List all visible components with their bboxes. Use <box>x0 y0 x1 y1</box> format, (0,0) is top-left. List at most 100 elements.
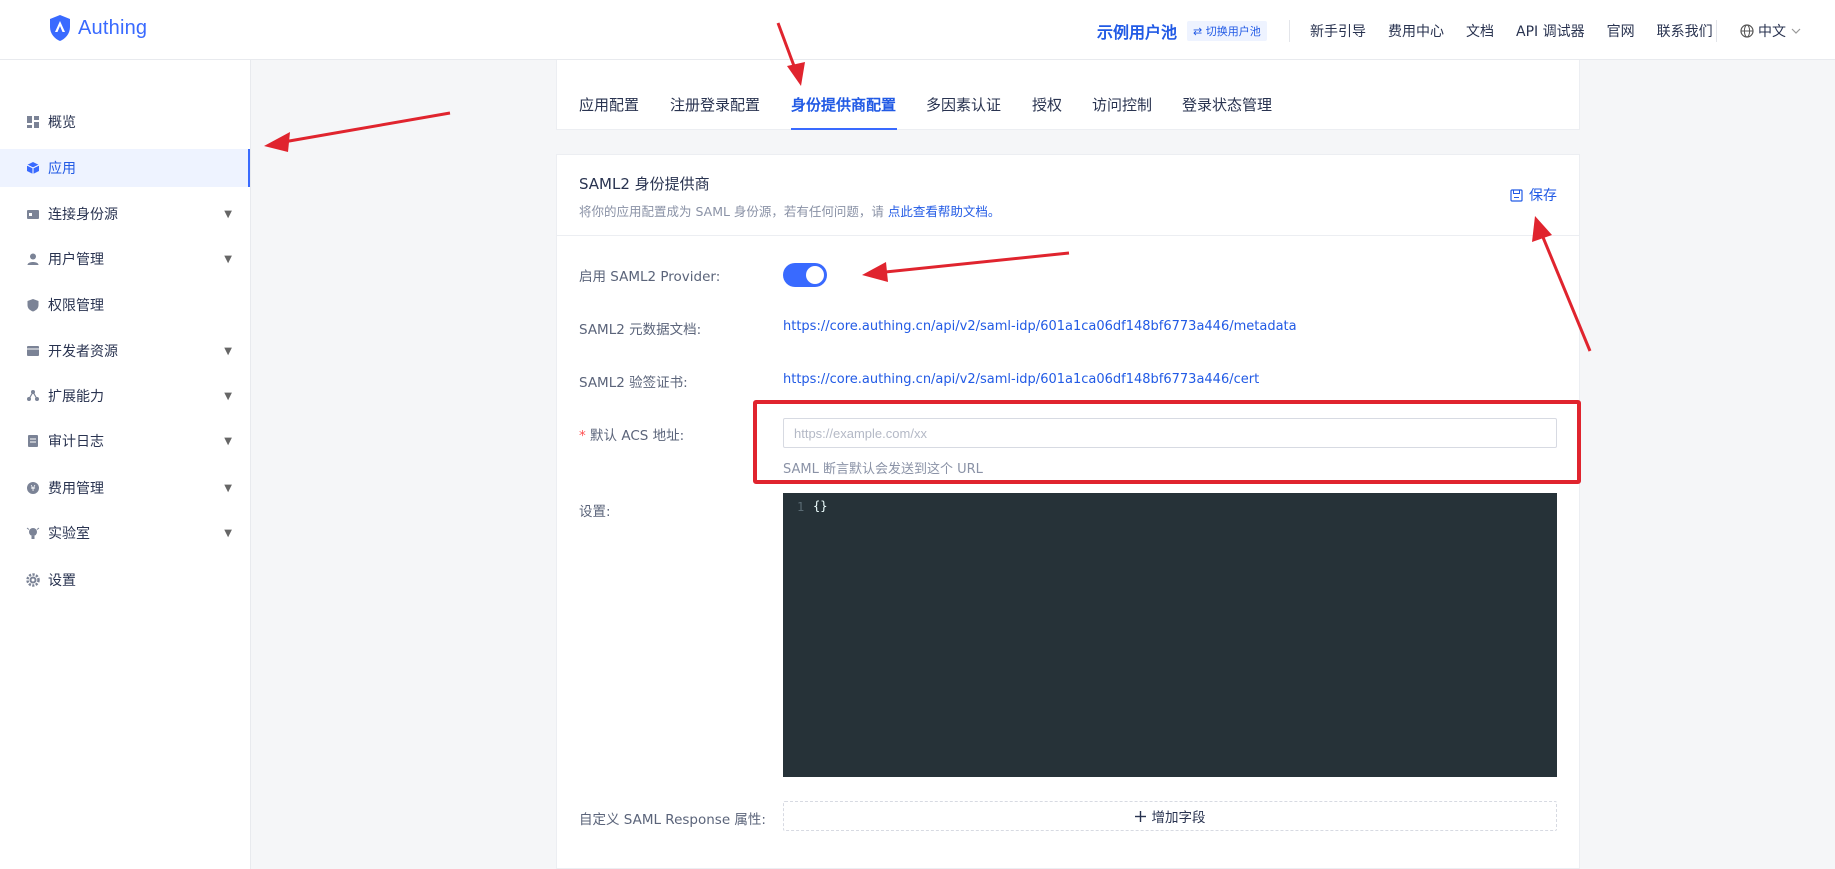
sidebar-item-label: 费用管理 <box>48 481 104 497</box>
subtitle-end: 。 <box>987 204 1001 219</box>
sidebar-item-label: 扩展能力 <box>48 389 104 405</box>
subtitle-text: 将你的应用配置成为 SAML 身份源，若有任何问题，请 <box>579 204 888 219</box>
panel-divider <box>557 235 1579 236</box>
toggle-knob <box>806 266 824 284</box>
save-icon <box>1510 188 1523 202</box>
header-nav: 新手引导 费用中心 文档 API 调试器 官网 联系我们 <box>1310 21 1713 41</box>
chevron-down-icon: ▼ <box>224 527 232 539</box>
sidebar-item-label: 开发者资源 <box>48 344 118 360</box>
sidebar-item-label: 应用 <box>48 161 76 177</box>
cert-url-link[interactable]: https://core.authing.cn/api/v2/saml-idp/… <box>783 372 1259 387</box>
saml2-provider-panel: SAML2 身份提供商 将你的应用配置成为 SAML 身份源，若有任何问题，请 … <box>556 154 1580 869</box>
plus-icon <box>1134 810 1146 822</box>
tab-session-management[interactable]: 登录状态管理 <box>1182 94 1272 115</box>
authing-logo[interactable]: Authing <box>48 14 147 42</box>
help-doc-link[interactable]: 点此查看帮助文档 <box>888 204 988 219</box>
acs-label-text: 默认 ACS 地址: <box>590 428 685 444</box>
sidebar-item-label: 连接身份源 <box>48 207 118 223</box>
sidebar-item-developer[interactable]: 开发者资源 ▼ <box>0 332 250 370</box>
acs-label: * 默认 ACS 地址: <box>579 424 684 444</box>
enable-saml2-label: 启用 SAML2 Provider: <box>579 269 721 285</box>
sidebar-item-lab[interactable]: 实验室 ▼ <box>0 514 250 552</box>
shield-icon <box>27 299 39 312</box>
sidebar-item-billing[interactable]: ¥ 费用管理 ▼ <box>0 469 250 507</box>
tab-login-config[interactable]: 注册登录配置 <box>670 94 760 115</box>
sidebar-item-label: 权限管理 <box>48 298 104 314</box>
tab-app-config[interactable]: 应用配置 <box>579 94 639 115</box>
user-icon <box>27 253 39 265</box>
shield-logo-icon <box>50 15 70 41</box>
user-pool-name[interactable]: 示例用户池 <box>1097 19 1177 43</box>
switch-pool-button[interactable]: ⇄ 切换用户池 <box>1187 21 1267 41</box>
metadata-label: SAML2 元数据文档: <box>579 322 702 338</box>
sidebar-item-label: 概览 <box>48 115 76 131</box>
config-tabs: 应用配置 注册登录配置 身份提供商配置 多因素认证 授权 访问控制 登录状态管理 <box>556 60 1580 130</box>
cert-label: SAML2 验签证书: <box>579 375 688 391</box>
sidebar-item-users[interactable]: 用户管理 ▼ <box>0 240 250 278</box>
chevron-down-icon: ▼ <box>224 390 232 402</box>
nav-link-api-debugger[interactable]: API 调试器 <box>1516 21 1585 41</box>
nav-link-docs[interactable]: 文档 <box>1466 21 1494 41</box>
sidebar-item-label: 设置 <box>48 573 76 589</box>
chevron-down-icon: ▼ <box>224 253 232 265</box>
cube-icon <box>26 162 40 174</box>
settings-code-editor[interactable]: 1 {} <box>783 493 1557 777</box>
language-switcher[interactable]: 中文 <box>1740 21 1802 41</box>
acs-url-input[interactable] <box>783 418 1557 448</box>
coin-icon: ¥ <box>27 482 39 494</box>
tab-identity-provider[interactable]: 身份提供商配置 <box>791 94 896 115</box>
chevron-down-icon <box>1791 28 1801 34</box>
add-field-button[interactable]: 增加字段 <box>783 801 1557 831</box>
logo-text: Authing <box>78 16 148 39</box>
arrow-to-apps <box>264 111 451 152</box>
header-divider <box>1716 20 1717 42</box>
chevron-down-icon: ▼ <box>224 435 232 447</box>
gear-icon <box>26 573 40 587</box>
required-mark: * <box>579 428 586 444</box>
enable-saml2-toggle[interactable] <box>783 263 827 287</box>
tab-access-control[interactable]: 访问控制 <box>1092 94 1152 115</box>
sidebar-item-overview[interactable]: 概览 <box>0 103 250 141</box>
sidebar-item-label: 用户管理 <box>48 252 104 268</box>
nodes-icon <box>27 390 39 401</box>
code-content: {} <box>813 499 828 513</box>
panel-title: SAML2 身份提供商 <box>579 175 710 193</box>
nav-link-website[interactable]: 官网 <box>1607 21 1635 41</box>
add-field-label: 增加字段 <box>1151 810 1206 826</box>
save-label: 保存 <box>1529 188 1557 204</box>
globe-icon <box>1740 24 1754 38</box>
tab-authorization[interactable]: 授权 <box>1032 94 1062 115</box>
custom-attributes-label: 自定义 SAML Response 属性: <box>579 812 766 828</box>
settings-label: 设置: <box>579 504 611 520</box>
top-bar: Authing 示例用户池 ⇄ 切换用户池 新手引导 费用中心 文档 API 调… <box>0 0 1835 60</box>
header-divider <box>1289 20 1290 42</box>
sidebar-item-apps[interactable]: 应用 <box>0 149 250 187</box>
sidebar-item-permissions[interactable]: 权限管理 <box>0 286 250 324</box>
sidebar-item-label: 实验室 <box>48 526 90 542</box>
svg-text:¥: ¥ <box>30 484 35 493</box>
acs-hint: SAML 断言默认会发送到这个 URL <box>783 462 983 477</box>
nav-link-contact[interactable]: 联系我们 <box>1657 21 1713 41</box>
chevron-down-icon: ▼ <box>224 208 232 220</box>
line-number: 1 <box>797 500 805 514</box>
metadata-url-link[interactable]: https://core.authing.cn/api/v2/saml-idp/… <box>783 319 1297 334</box>
sidebar-item-audit-log[interactable]: 审计日志 ▼ <box>0 422 250 460</box>
folder-icon <box>27 346 39 356</box>
bulb-icon <box>26 527 40 539</box>
tab-mfa[interactable]: 多因素认证 <box>926 94 1001 115</box>
sidebar: 概览 应用 连接身份源 ▼ 用户管理 ▼ 权限管理 开发者资源 ▼ 扩展能力 ▼… <box>0 60 251 869</box>
user-pool-switcher: 示例用户池 ⇄ 切换用户池 <box>1097 19 1267 43</box>
nav-link-guide[interactable]: 新手引导 <box>1310 21 1366 41</box>
active-tab-indicator <box>791 128 897 130</box>
sidebar-item-extensions[interactable]: 扩展能力 ▼ <box>0 377 250 415</box>
sidebar-item-settings[interactable]: 设置 <box>0 561 250 599</box>
id-card-icon <box>27 210 39 219</box>
log-icon <box>28 435 38 447</box>
sidebar-item-identity-sources[interactable]: 连接身份源 ▼ <box>0 195 250 233</box>
nav-link-billing[interactable]: 费用中心 <box>1388 21 1444 41</box>
save-button[interactable]: 保存 <box>1510 185 1557 205</box>
dashboard-icon <box>27 116 39 128</box>
language-label: 中文 <box>1758 24 1786 40</box>
panel-subtitle: 将你的应用配置成为 SAML 身份源，若有任何问题，请 点此查看帮助文档。 <box>579 201 1000 220</box>
chevron-down-icon: ▼ <box>224 345 232 357</box>
